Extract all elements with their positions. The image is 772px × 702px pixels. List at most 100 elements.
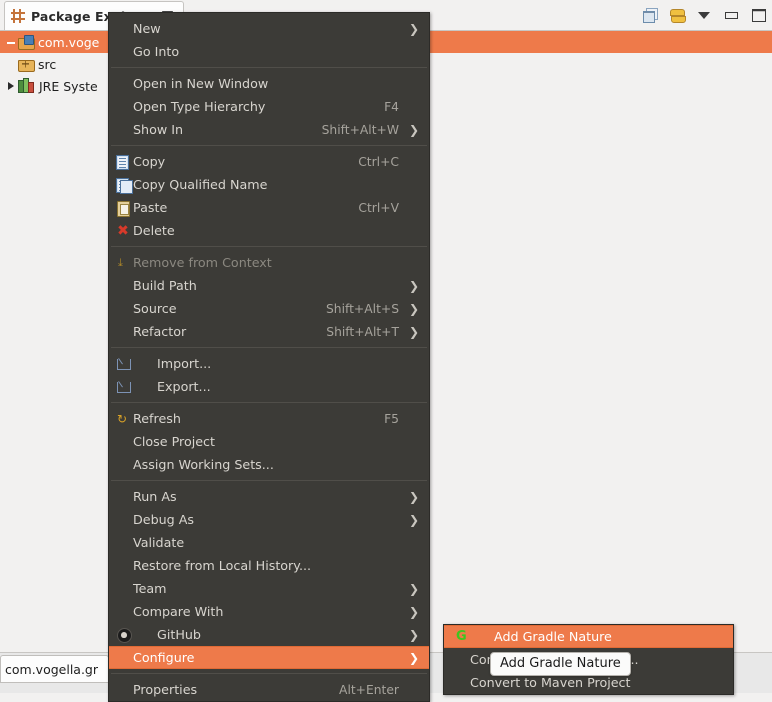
menu-item-show-in[interactable]: Show In Shift+Alt+W ❯ [109, 118, 429, 141]
menu-separator [111, 246, 427, 247]
menu-item-label: Remove from Context [133, 255, 272, 270]
menu-icon-placeholder [115, 122, 133, 138]
menu-item-label: Refresh [133, 411, 181, 426]
export-icon [115, 379, 133, 395]
menu-item-label: Copy Qualified Name [133, 177, 268, 192]
maximize-icon[interactable] [750, 7, 766, 23]
menu-item-open-in-new-window[interactable]: Open in New Window ❯ [109, 72, 429, 95]
editor-tab[interactable]: com.vogella.gr [0, 655, 109, 683]
menu-item-configure[interactable]: Configure ❯ [109, 646, 429, 669]
menu-item-team[interactable]: Team ❯ [109, 577, 429, 600]
copy-icon [115, 154, 133, 170]
menu-item-label: New [133, 21, 161, 36]
delete-icon: ✖ [117, 222, 129, 239]
menu-item-label: Team [133, 581, 167, 596]
view-menu-icon[interactable] [696, 7, 712, 23]
menu-separator [111, 347, 427, 348]
menu-item-assign-working-sets[interactable]: Assign Working Sets... ❯ [109, 453, 429, 476]
submenu-arrow-icon: ❯ [408, 581, 419, 596]
menu-icon-placeholder [115, 457, 133, 473]
expand-twisty-icon[interactable] [4, 35, 18, 49]
jre-library-icon [18, 78, 35, 93]
menu-item-accelerator: F4 [384, 99, 399, 114]
menu-item-copy-qualified-name[interactable]: Copy Qualified Name ❯ [109, 173, 429, 196]
menu-item-open-type-hierarchy[interactable]: Open Type Hierarchy F4 ❯ [109, 95, 429, 118]
eclipse-workbench: Package Explorer com.voge src JRE Syste … [0, 0, 772, 702]
import-icon [115, 356, 133, 372]
paste-icon [115, 200, 133, 217]
menu-item-label: Open in New Window [133, 76, 269, 91]
menu-item-accelerator: Ctrl+V [358, 200, 399, 215]
menu-item-remove-from-context: ⤓ Remove from Context ❯ [109, 251, 429, 274]
menu-icon-placeholder [115, 278, 133, 294]
submenu-item-add-gradle-nature[interactable]: G Add Gradle Nature [444, 625, 733, 648]
submenu-arrow-icon: ❯ [408, 324, 419, 339]
submenu-item-label: Convert to Maven Project [470, 675, 631, 690]
menu-item-paste[interactable]: Paste Ctrl+V ❯ [109, 196, 429, 219]
minimize-icon[interactable] [723, 7, 739, 23]
menu-item-refactor[interactable]: Refactor Shift+Alt+T ❯ [109, 320, 429, 343]
menu-item-label: Close Project [133, 434, 216, 449]
menu-item-refresh[interactable]: ↻ Refresh F5 ❯ [109, 407, 429, 430]
menu-separator [111, 67, 427, 68]
menu-item-accelerator: Shift+Alt+T [326, 324, 399, 339]
menu-item-label: Debug As [133, 512, 195, 527]
menu-item-close-project[interactable]: Close Project ❯ [109, 430, 429, 453]
menu-item-compare-with[interactable]: Compare With ❯ [109, 600, 429, 623]
github-icon [115, 627, 133, 643]
submenu-arrow-icon: ❯ [408, 512, 419, 527]
menu-item-debug-as[interactable]: Debug As ❯ [109, 508, 429, 531]
submenu-arrow-icon: ❯ [408, 122, 419, 137]
menu-icon-placeholder [452, 652, 470, 668]
submenu-arrow-icon: ❯ [408, 604, 419, 619]
menu-icon-placeholder [115, 76, 133, 92]
menu-item-label: GitHub [157, 627, 201, 642]
menu-item-restore-from-local-history[interactable]: Restore from Local History... ❯ [109, 554, 429, 577]
menu-icon-placeholder [115, 604, 133, 620]
menu-item-label: Build Path [133, 278, 197, 293]
submenu-arrow-icon: ❯ [408, 278, 419, 293]
menu-item-label: Configure [133, 650, 195, 665]
menu-item-label: Import... [157, 356, 212, 371]
view-toolbar [642, 4, 766, 26]
menu-item-label: Go Into [133, 44, 180, 59]
menu-separator [111, 402, 427, 403]
editor-tab-label: com.vogella.gr [5, 661, 98, 677]
menu-item-delete[interactable]: ✖ Delete ❯ [109, 219, 429, 242]
menu-item-run-as[interactable]: Run As ❯ [109, 485, 429, 508]
menu-item-label: Restore from Local History... [133, 558, 312, 573]
menu-icon-placeholder [115, 44, 133, 60]
collapse-all-icon[interactable] [642, 7, 658, 23]
menu-item-copy[interactable]: Copy Ctrl+C ❯ [109, 150, 429, 173]
menu-item-export[interactable]: Export... ❯ [109, 375, 429, 398]
menu-icon-placeholder [115, 581, 133, 597]
refresh-icon: ↻ [117, 411, 128, 426]
context-menu[interactable]: New ❯ Go Into ❯ Open in New Window ❯ Ope… [108, 12, 430, 702]
menu-item-label: Refactor [133, 324, 187, 339]
menu-icon-placeholder [115, 21, 133, 37]
link-with-editor-icon[interactable] [669, 7, 686, 23]
package-explorer-icon [11, 9, 25, 23]
menu-item-validate[interactable]: Validate ❯ [109, 531, 429, 554]
menu-item-accelerator: Alt+Enter [339, 682, 399, 697]
menu-item-source[interactable]: Source Shift+Alt+S ❯ [109, 297, 429, 320]
tooltip-text: Add Gradle Nature [500, 656, 621, 671]
submenu-arrow-icon: ❯ [408, 489, 419, 504]
menu-item-new[interactable]: New ❯ [109, 17, 429, 40]
menu-item-build-path[interactable]: Build Path ❯ [109, 274, 429, 297]
source-folder-icon [18, 57, 35, 72]
menu-item-go-into[interactable]: Go Into ❯ [109, 40, 429, 63]
tree-item-label: src [38, 56, 57, 72]
menu-item-accelerator: Shift+Alt+W [321, 122, 399, 137]
menu-item-label: Validate [133, 535, 185, 550]
menu-item-properties[interactable]: Properties Alt+Enter ❯ [109, 678, 429, 701]
menu-item-import[interactable]: Import... ❯ [109, 352, 429, 375]
submenu-item-label: Add Gradle Nature [494, 629, 612, 644]
menu-separator [111, 673, 427, 674]
copy-qualified-name-icon [115, 177, 133, 194]
menu-item-github[interactable]: GitHub ❯ [109, 623, 429, 646]
menu-item-label: Paste [133, 200, 168, 215]
menu-item-label: Properties [133, 682, 198, 697]
collapse-twisty-icon[interactable] [4, 79, 18, 93]
menu-icon-placeholder [115, 99, 133, 115]
